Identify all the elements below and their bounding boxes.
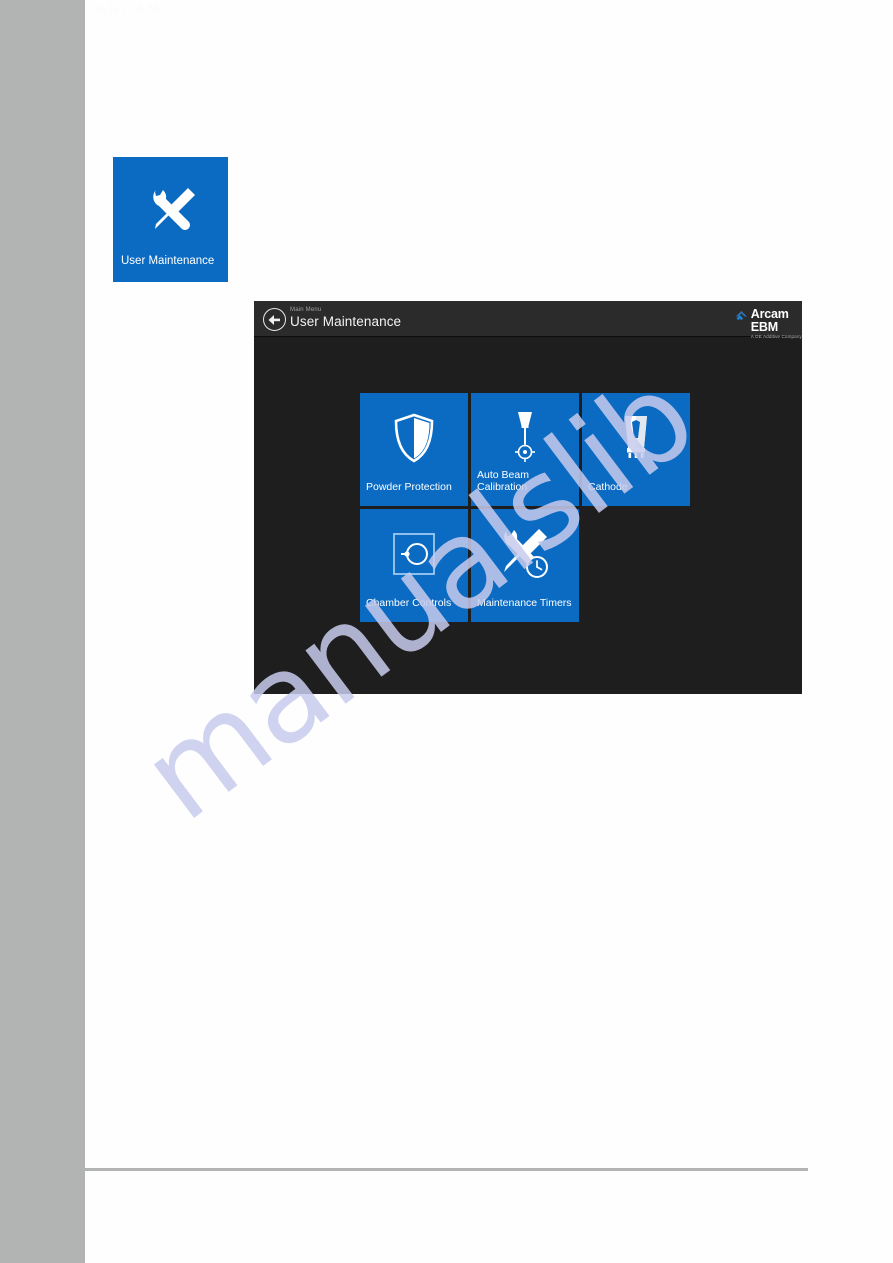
back-arrow-icon[interactable] bbox=[263, 308, 286, 331]
tile-empty-slot bbox=[582, 509, 690, 622]
shield-icon bbox=[360, 407, 468, 469]
breadcrumb: Main Menu bbox=[290, 307, 322, 313]
chamber-valve-icon bbox=[360, 523, 468, 585]
page-left-gutter bbox=[0, 0, 85, 1263]
wrench-screwdriver-clock-icon bbox=[471, 523, 579, 585]
cathode-icon bbox=[582, 407, 690, 469]
brand-logo: Arcam EBM A GE Additive Company bbox=[735, 308, 802, 340]
tile-label: Chamber Controls bbox=[366, 597, 452, 609]
tile-label: Auto Beam Calibration bbox=[477, 469, 529, 493]
tile-chamber-controls[interactable]: Chamber Controls bbox=[360, 509, 468, 622]
hmi-header: Main Menu User Maintenance Arcam EBM A G… bbox=[254, 301, 802, 340]
arcam-logo-icon bbox=[735, 310, 747, 321]
page-root: ARCAM User Maintenance Main Menu User Ma… bbox=[0, 0, 893, 1263]
hmi-title-block: Main Menu User Maintenance bbox=[290, 306, 401, 330]
beam-crosshair-icon bbox=[471, 407, 579, 469]
tile-label: Powder Protection bbox=[366, 481, 452, 493]
tile-label: Cathode bbox=[588, 481, 628, 493]
tile-label: Maintenance Timers bbox=[477, 597, 572, 609]
page-ghost-header: ARCAM bbox=[96, 1, 162, 18]
tile-maintenance-timers[interactable]: Maintenance Timers bbox=[471, 509, 579, 622]
brand-tagline: A GE Additive Company bbox=[750, 334, 802, 339]
tile-auto-beam-calibration[interactable]: Auto Beam Calibration bbox=[471, 393, 579, 506]
page-bottom-rule bbox=[85, 1168, 808, 1171]
tile-powder-protection[interactable]: Powder Protection bbox=[360, 393, 468, 506]
maintenance-tile-grid: Powder Protection Auto Beam Calibration … bbox=[360, 393, 690, 622]
wrench-screwdriver-icon bbox=[113, 179, 228, 241]
brand-name: Arcam EBM bbox=[750, 307, 789, 334]
page-title: User Maintenance bbox=[290, 314, 402, 329]
legend-tile-user-maintenance[interactable]: User Maintenance bbox=[113, 157, 228, 282]
legend-tile-label: User Maintenance bbox=[121, 255, 215, 267]
tile-cathode[interactable]: Cathode bbox=[582, 393, 690, 506]
